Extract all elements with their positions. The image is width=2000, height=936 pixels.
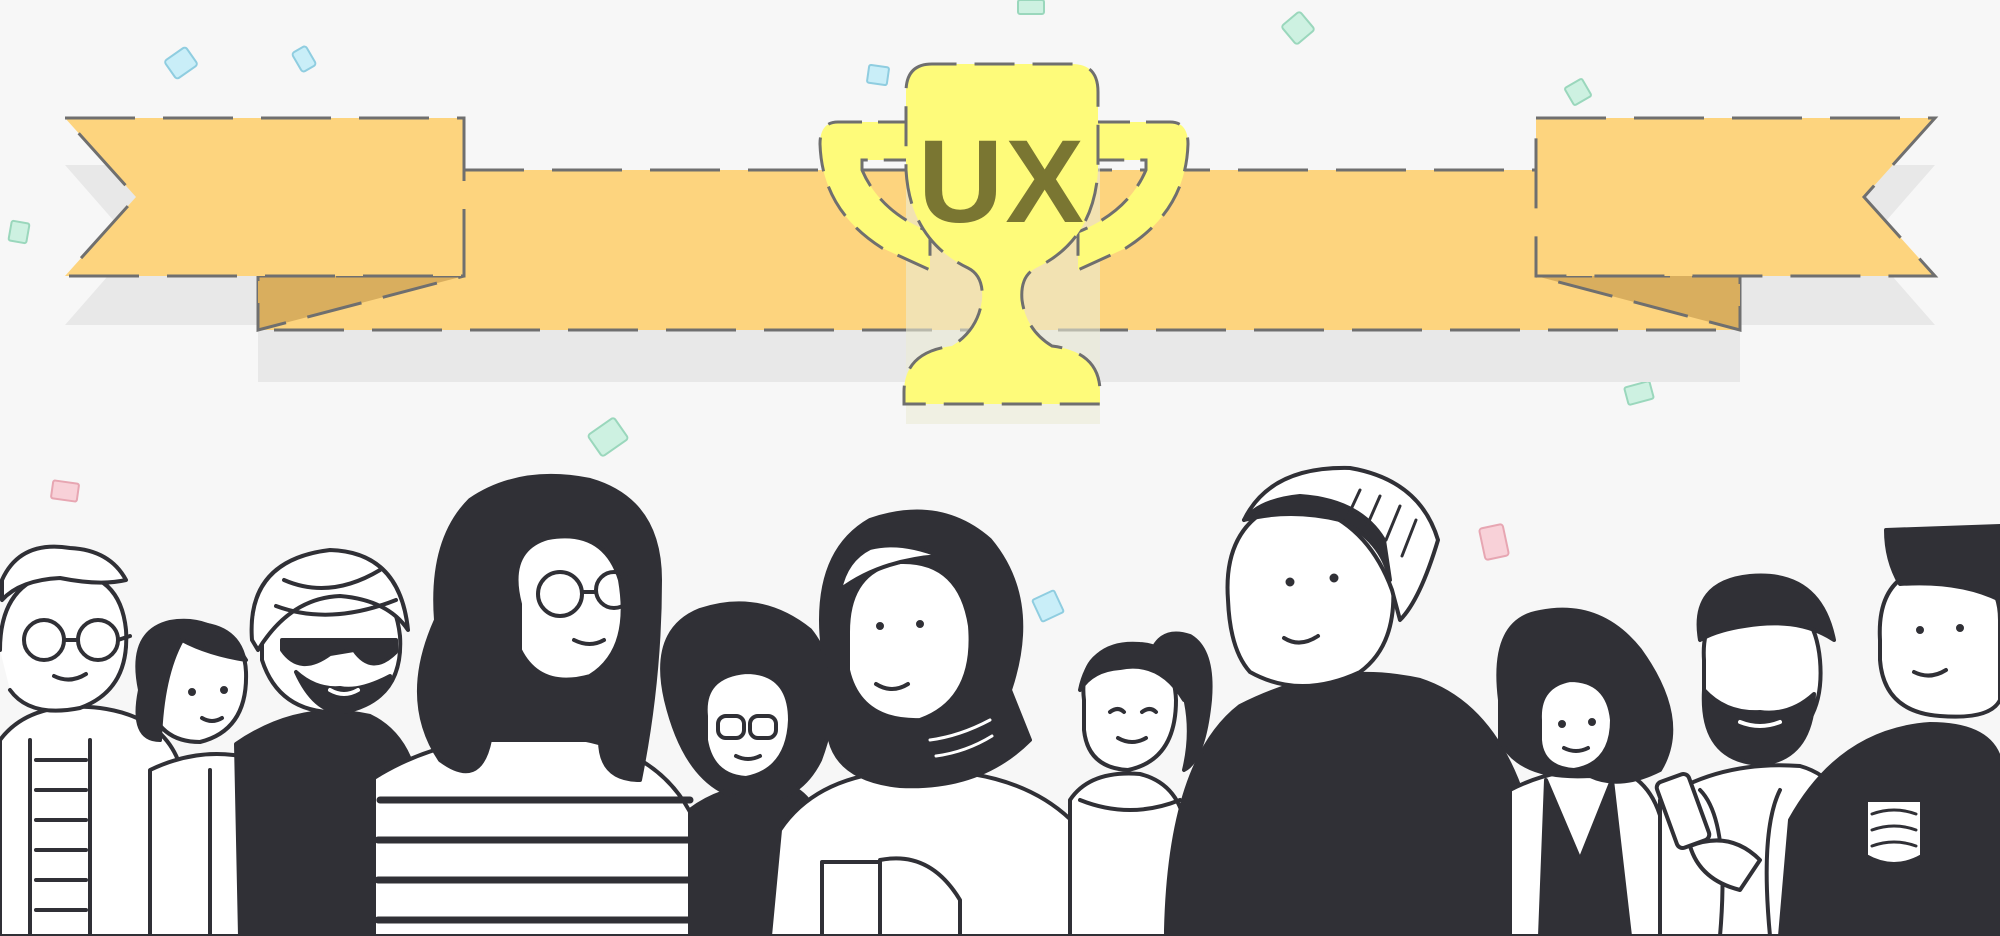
person-long-hair-stripes: [372, 474, 702, 936]
people-group-icon: [0, 465, 2000, 936]
ux-award-illustration: UX: [0, 0, 2000, 936]
trophy-label: UX: [918, 116, 1086, 248]
person-tall-hair-tee: [1778, 524, 2000, 936]
person-curly-cardigan: [1496, 607, 1674, 936]
